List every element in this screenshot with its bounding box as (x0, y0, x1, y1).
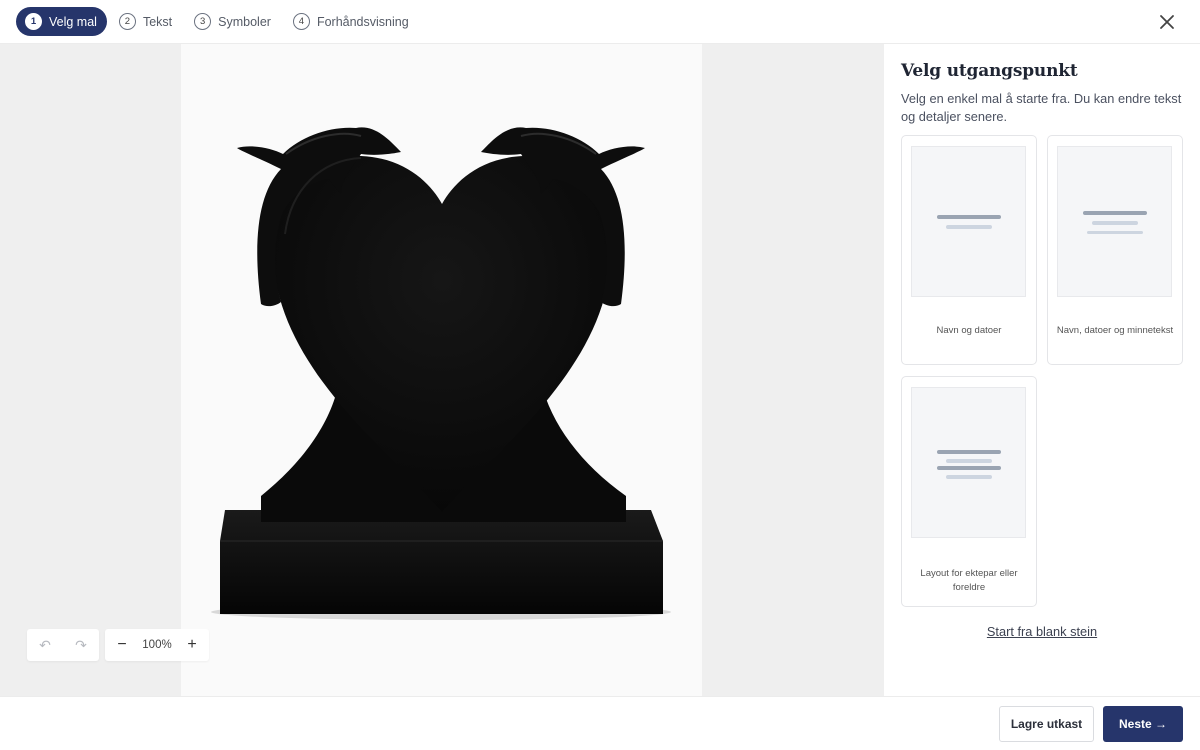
step-label: Tekst (142, 14, 173, 29)
template-thumbnail (911, 387, 1026, 538)
template-label: Layout for ektepar eller foreldre (920, 568, 1018, 593)
template-card-couple-parents[interactable]: Layout for ektepar eller foreldre (901, 376, 1037, 607)
panel-title: Velg utgangspunkt (901, 61, 1078, 81)
template-thumbnail (1057, 146, 1172, 297)
history-controls: ↶ ↷ (27, 629, 99, 661)
template-label: Navn, datoer og minnetekst (1056, 325, 1174, 336)
design-canvas: ↶ ↷ − 100% + (0, 44, 884, 696)
step-forhandsvisning[interactable]: 4 Forhåndsvisning (292, 7, 419, 36)
step-number: 2 (118, 13, 136, 30)
zoom-in-button[interactable]: + (183, 636, 201, 654)
next-button[interactable]: Neste → (1103, 706, 1183, 742)
step-list: 1 Velg mal 2 Tekst 3 Symboler 4 Forhånds… (16, 7, 431, 36)
template-card-names-dates[interactable]: Navn og datoer (901, 135, 1037, 365)
save-draft-button[interactable]: Lagre utkast (999, 706, 1094, 742)
step-number: 3 (194, 13, 212, 30)
close-button[interactable] (1156, 11, 1178, 33)
zoom-controls: − 100% + (105, 629, 209, 661)
stone-preview (181, 44, 702, 696)
zoom-level: 100% (142, 639, 172, 651)
zoom-out-button[interactable]: − (113, 636, 131, 654)
step-number: 1 (25, 13, 42, 30)
template-card-names-dates-memorial[interactable]: Navn, datoer og minnetekst (1047, 135, 1183, 365)
panel-description: Velg en enkel mal å starte fra. Du kan e… (901, 91, 1182, 124)
template-thumbnail (911, 146, 1026, 297)
undo-icon[interactable]: ↶ (39, 637, 51, 654)
step-label: Symboler (218, 14, 271, 29)
start-blank-link[interactable]: Start fra blank stein (884, 624, 1200, 639)
step-label: Forhåndsvisning (316, 14, 409, 29)
step-bar: 1 Velg mal 2 Tekst 3 Symboler 4 Forhånds… (0, 0, 1200, 44)
step-velg-mal[interactable]: 1 Velg mal (16, 7, 107, 36)
step-tekst[interactable]: 2 Tekst (118, 7, 182, 36)
footer-bar: Lagre utkast Neste → (0, 696, 1200, 750)
headstone-image (211, 127, 671, 620)
template-panel: Velg utgangspunkt Velg en enkel mal å st… (884, 44, 1200, 696)
close-icon (1160, 15, 1174, 29)
redo-icon[interactable]: ↷ (75, 637, 87, 654)
step-label: Velg mal (49, 14, 97, 29)
template-label: Navn og datoer (936, 325, 1002, 336)
step-symboler[interactable]: 3 Symboler (194, 7, 281, 36)
step-number: 4 (292, 13, 310, 30)
